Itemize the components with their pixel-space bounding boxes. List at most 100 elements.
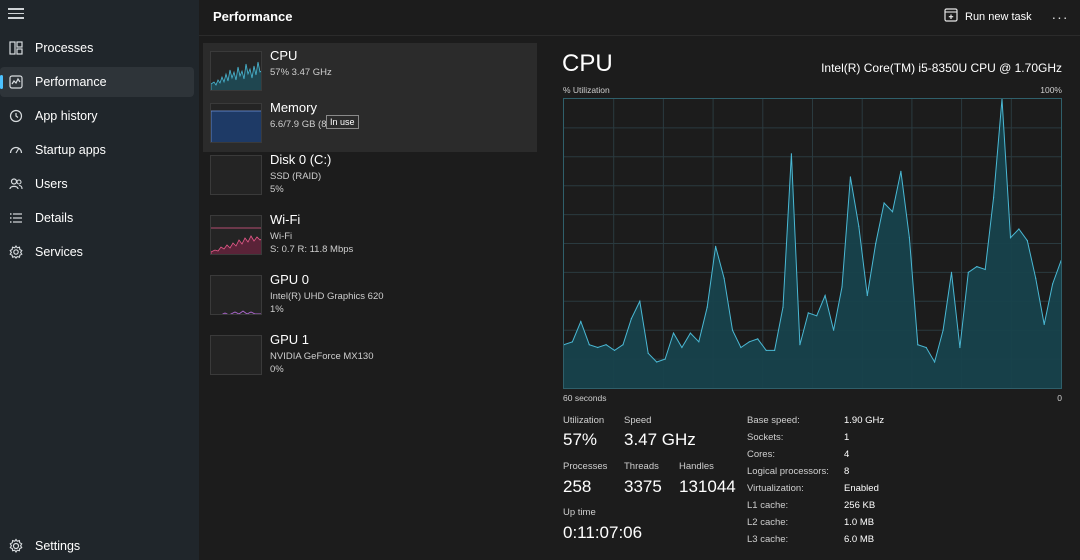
spec-key: L3 cache: bbox=[747, 534, 789, 545]
sidebar-item-services[interactable]: Services bbox=[0, 237, 194, 267]
cpu-sample-point bbox=[875, 242, 877, 245]
cpu-sample-point bbox=[959, 346, 961, 349]
device-item-disk-0[interactable]: Disk 0 (C:) SSD (RAID) 5% bbox=[203, 147, 537, 204]
sidebar: Processes Performance App history Startu… bbox=[0, 0, 199, 560]
cpu-sample-point bbox=[934, 361, 936, 363]
sidebar-item-label: Startup apps bbox=[35, 143, 106, 157]
device-name: GPU 0 bbox=[270, 272, 310, 287]
services-puzzle-icon bbox=[8, 244, 24, 260]
cpu-sample-point bbox=[841, 286, 843, 288]
cpu-sample-point bbox=[790, 153, 792, 155]
cpu-sample-point bbox=[597, 346, 599, 349]
sidebar-item-label: Details bbox=[35, 211, 74, 225]
cpu-sample-point bbox=[664, 358, 666, 360]
cpu-sample-point bbox=[807, 312, 809, 314]
cpu-detail-panel: CPU Intel(R) Core(TM) i5-8350U CPU @ 1.7… bbox=[545, 36, 1080, 560]
utilization-value: 57% bbox=[563, 430, 598, 449]
cpu-sample-point bbox=[984, 268, 986, 271]
cpu-sample-point bbox=[866, 294, 868, 297]
device-name: CPU bbox=[270, 48, 298, 63]
device-name: Memory bbox=[270, 100, 317, 115]
device-name: GPU 1 bbox=[270, 332, 310, 347]
time-axis-end-label: 0 bbox=[1057, 393, 1062, 403]
spec-value: 8 bbox=[844, 466, 850, 477]
device-item-gpu-1[interactable]: GPU 1 NVIDIA GeForce MX130 0% bbox=[203, 327, 537, 384]
utilization-label: Utilization bbox=[563, 415, 605, 426]
cpu-thumbnail-area bbox=[211, 61, 261, 90]
speed-value: 3.47 GHz bbox=[624, 430, 696, 449]
device-item-memory[interactable]: Memory 6.6/7.9 GB (8 bbox=[203, 95, 537, 152]
device-item-wifi[interactable]: Wi-Fi Wi-Fi S: 0.7 R: 11.8 Mbps bbox=[203, 207, 537, 264]
more-options-icon[interactable]: ··· bbox=[1049, 6, 1071, 28]
utilization-axis-max: 100% bbox=[1040, 85, 1062, 95]
cpu-sample-point bbox=[1026, 240, 1028, 242]
threads-label: Threads bbox=[624, 461, 659, 472]
run-new-task-button[interactable]: Run new task bbox=[944, 6, 1032, 28]
cpu-sample-point bbox=[816, 315, 818, 317]
sidebar-item-startup-apps[interactable]: Startup apps bbox=[0, 135, 194, 165]
cpu-sample-point bbox=[681, 346, 683, 349]
spec-key: Virtualization: bbox=[747, 483, 804, 494]
gear-icon bbox=[8, 538, 24, 554]
cpu-sample-point bbox=[613, 349, 616, 351]
device-subtitle: Wi-Fi bbox=[270, 231, 293, 242]
run-task-label: Run new task bbox=[965, 11, 1032, 23]
cpu-sample-point bbox=[799, 344, 801, 346]
cpu-sample-point bbox=[917, 344, 919, 346]
page-title: Performance bbox=[213, 9, 293, 24]
performance-chart-icon bbox=[8, 74, 24, 90]
sidebar-item-label: Users bbox=[35, 177, 68, 191]
time-axis-start-label: 60 seconds bbox=[563, 393, 607, 403]
device-item-gpu-0[interactable]: GPU 0 Intel(R) UHD Graphics 620 1% bbox=[203, 267, 537, 324]
detail-title: CPU bbox=[562, 50, 613, 77]
spec-key: Sockets: bbox=[747, 432, 784, 443]
wifi-thumbnail-area bbox=[211, 235, 261, 254]
cpu-sample-point bbox=[647, 352, 649, 354]
cpu-sample-point bbox=[900, 170, 902, 172]
cpu-sample-point bbox=[1009, 237, 1012, 239]
processes-grid-icon bbox=[8, 40, 24, 56]
device-thumbnail-graph bbox=[210, 335, 262, 375]
spec-key: L2 cache: bbox=[747, 517, 789, 528]
spec-value: 6.0 MB bbox=[844, 534, 875, 545]
device-name: Wi-Fi bbox=[270, 212, 301, 227]
hamburger-menu-icon[interactable] bbox=[8, 5, 24, 19]
cpu-sample-point bbox=[774, 349, 776, 351]
sidebar-item-settings[interactable]: Settings bbox=[0, 531, 194, 560]
cpu-sample-point bbox=[908, 237, 910, 239]
spec-value: 256 KB bbox=[844, 500, 876, 511]
device-item-cpu[interactable]: CPU 57% 3.47 GHz bbox=[203, 43, 537, 100]
sidebar-item-app-history[interactable]: App history bbox=[0, 101, 194, 131]
users-icon bbox=[8, 176, 24, 192]
cpu-sample-point bbox=[993, 196, 995, 198]
speed-label: Speed bbox=[624, 415, 652, 426]
cpu-sample-point bbox=[698, 341, 700, 343]
cpu-sample-point bbox=[1052, 283, 1054, 285]
cpu-sample-point bbox=[967, 271, 969, 273]
spec-key: Cores: bbox=[747, 449, 775, 460]
device-detail: 5% bbox=[270, 184, 284, 195]
device-thumbnail-graph bbox=[210, 155, 262, 195]
uptime-value: 0:11:07:06 bbox=[563, 523, 643, 542]
spec-value: 1.90 GHz bbox=[844, 415, 885, 426]
cpu-sample-point bbox=[858, 225, 860, 227]
cpu-sample-point bbox=[782, 306, 784, 308]
device-subtitle: 57% 3.47 GHz bbox=[270, 67, 332, 78]
gpu0-thumbnail-line bbox=[221, 310, 261, 314]
sidebar-item-label: Services bbox=[35, 245, 83, 259]
details-list-icon bbox=[8, 210, 24, 226]
sidebar-item-label: Processes bbox=[35, 41, 94, 55]
processes-value: 258 bbox=[563, 477, 592, 496]
device-subtitle: NVIDIA GeForce MX130 bbox=[270, 351, 374, 362]
spec-key: Base speed: bbox=[747, 415, 800, 426]
device-thumbnail-graph bbox=[210, 275, 262, 315]
device-thumbnail-graph bbox=[210, 51, 262, 91]
sidebar-item-details[interactable]: Details bbox=[0, 203, 194, 233]
spec-value: Enabled bbox=[844, 483, 879, 494]
cpu-utilization-svg bbox=[564, 99, 1061, 388]
sidebar-item-processes[interactable]: Processes bbox=[0, 33, 194, 63]
sidebar-item-users[interactable]: Users bbox=[0, 169, 194, 199]
sidebar-item-performance[interactable]: Performance bbox=[0, 67, 194, 97]
cpu-sample-point bbox=[976, 266, 978, 268]
cpu-sample-point bbox=[571, 341, 573, 343]
